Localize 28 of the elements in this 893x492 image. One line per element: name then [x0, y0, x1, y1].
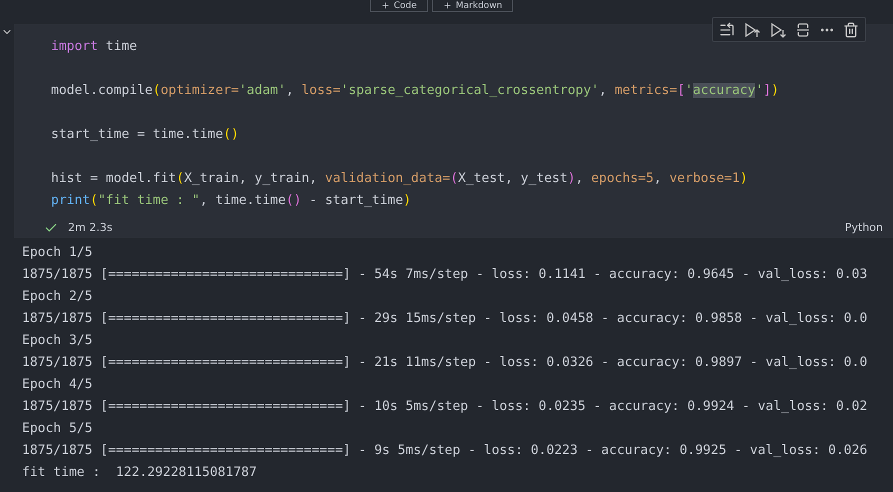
code-line: hist = model.fit(X_train, y_train, validation_data=(X_test, y_test), epochs=5, verbose=1) — [51, 171, 748, 186]
output-line: 1875/1875 [==============================] - 10s 5ms/step - loss: 0.0235 - accuracy: 0.9924 - val_loss: 0.02 — [22, 399, 868, 414]
code-line: import time — [51, 39, 138, 54]
output-line: 1875/1875 [==============================] - 54s 7ms/step - loss: 0.1141 - accuracy: 0.9645 - val_loss: 0.03 — [22, 267, 868, 282]
cell-language[interactable]: Python — [844, 220, 883, 236]
plus-icon — [442, 1, 452, 10]
code-line: print("fit time : ", time.time() - start_time) — [51, 193, 412, 208]
output-line: Epoch 3/5 — [22, 333, 92, 348]
output-line: fit time : 122.29228115081787 — [22, 465, 257, 480]
add-cell-button[interactable]: Markdown — [432, 0, 514, 12]
output-line: 1875/1875 [==============================] - 21s 11ms/step - loss: 0.0326 - accuracy: 0.9897 - val_loss: 0.0 — [22, 355, 868, 370]
output-line: Epoch 1/5 — [22, 245, 92, 260]
output-line: Epoch 2/5 — [22, 289, 92, 304]
run-by-line-icon[interactable] — [719, 22, 735, 38]
run-below-icon[interactable] — [769, 20, 787, 38]
code-editor[interactable] — [14, 24, 893, 218]
split-cell-icon[interactable] — [795, 22, 811, 38]
code-line: model.compile(optimizer='adam', loss='sparse_categorical_crossentropy', metrics=['accuracy']) — [51, 83, 779, 98]
plus-icon — [380, 1, 390, 10]
output-line: Epoch 4/5 — [22, 377, 92, 392]
output-line: 1875/1875 [==============================] - 9s 5ms/step - loss: 0.0223 - accuracy: 0.9925 - val_loss: 0.026 — [22, 443, 868, 458]
output-line: 1875/1875 [==============================] - 29s 15ms/step - loss: 0.0458 - accuracy: 0.9858 - val_loss: 0.0 — [22, 311, 868, 326]
delete-icon[interactable] — [843, 22, 859, 38]
code-line: start_time = time.time() — [51, 127, 239, 142]
output-line: Epoch 5/5 — [22, 421, 92, 436]
execution-time: 2m 2.3s — [68, 220, 112, 236]
run-above-icon[interactable] — [743, 20, 761, 38]
add-cell-button[interactable]: Code — [370, 0, 428, 12]
